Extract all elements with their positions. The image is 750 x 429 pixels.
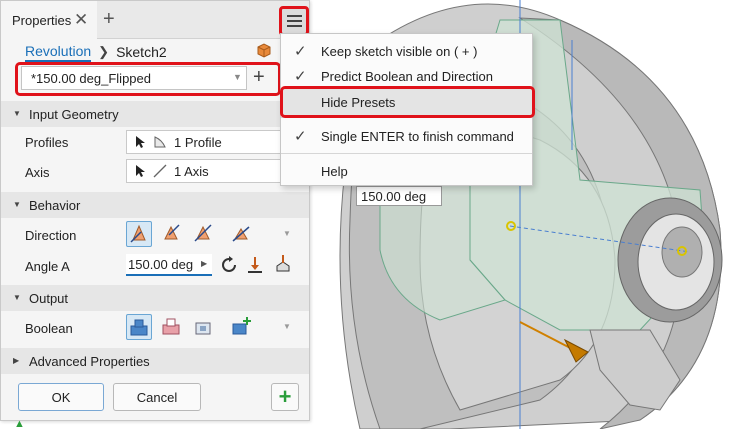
breadcrumb-revolution[interactable]: Revolution <box>25 43 92 62</box>
breadcrumb: Revolution ❯ Sketch2 <box>25 43 167 62</box>
checkmark-icon: ✓ <box>294 128 307 145</box>
expand-triangle-icon: ▶ <box>13 356 20 365</box>
close-icon[interactable]: ✕ <box>74 11 90 29</box>
hamburger-icon <box>286 15 302 17</box>
cursor-icon <box>136 136 145 148</box>
section-title: Behavior <box>29 197 81 213</box>
direction-symmetric-button[interactable] <box>191 221 217 247</box>
chevron-down-icon[interactable]: ▼ <box>233 72 242 82</box>
new-solid-button[interactable] <box>229 314 255 340</box>
hide-presets-highlight <box>280 86 535 118</box>
join-icon <box>130 319 148 336</box>
properties-panel: Properties ✕ + Revolution ❯ Sketch2 *150… <box>0 0 310 421</box>
cursor-icon <box>136 165 145 177</box>
full-revolve-icon[interactable] <box>219 255 239 275</box>
chevron-down-icon[interactable]: ▼ <box>283 322 291 331</box>
collapse-triangle-icon: ▼ <box>13 293 21 302</box>
to-next-icon[interactable] <box>273 254 293 274</box>
axis-value: 1 Axis <box>174 163 209 179</box>
preset-dropdown[interactable]: *150.00 deg_Flipped <box>21 66 247 90</box>
add-tab-button[interactable]: + <box>103 9 115 29</box>
new-solid-icon <box>232 317 251 335</box>
section-advanced-properties[interactable]: ▶ Advanced Properties <box>1 348 309 374</box>
direction-default-button[interactable] <box>126 221 152 247</box>
boolean-intersect-button[interactable] <box>191 314 217 340</box>
cancel-button[interactable]: Cancel <box>113 383 201 411</box>
profile-icon <box>154 136 166 148</box>
chevron-down-icon[interactable]: ▼ <box>283 229 291 238</box>
bore-shaft <box>661 226 703 278</box>
axis-label: Axis <box>25 165 50 180</box>
menu-item-single-enter[interactable]: ✓ Single ENTER to finish command <box>281 123 532 149</box>
boolean-cut-button[interactable] <box>159 314 185 340</box>
menu-item-keep-sketch-visible[interactable]: ✓ Keep sketch visible on ( + ) <box>281 38 532 64</box>
menu-item-label: Keep sketch visible on ( + ) <box>321 43 478 59</box>
collapse-triangle-icon: ▼ <box>13 200 21 209</box>
angle-label: Angle A <box>25 259 70 274</box>
section-title: Advanced Properties <box>29 353 150 369</box>
direction-asymmetric-button[interactable] <box>229 221 255 247</box>
add-apply-button[interactable]: + <box>271 383 299 411</box>
checkmark-icon: ✓ <box>294 43 307 60</box>
preset-value: *150.00 deg_Flipped <box>31 70 151 86</box>
add-preset-button[interactable]: + <box>253 65 265 89</box>
angle-arrow-icon[interactable]: ▶ <box>201 259 207 268</box>
breadcrumb-sketch: Sketch2 <box>116 44 167 60</box>
menu-item-label: Single ENTER to finish command <box>321 128 514 144</box>
section-input-geometry[interactable]: ▼ Input Geometry <box>1 101 309 127</box>
direction-flipped-button[interactable] <box>159 221 185 247</box>
angle-value: 150.00 deg <box>128 256 194 272</box>
profiles-label: Profiles <box>25 135 69 150</box>
section-behavior[interactable]: ▼ Behavior <box>1 192 309 218</box>
intersect-icon <box>195 322 211 335</box>
angle-dimension-label[interactable]: 150.00 deg <box>356 186 442 206</box>
to-icon[interactable] <box>245 255 265 275</box>
ok-button[interactable]: OK <box>18 383 104 411</box>
direction-default-icon <box>130 224 146 243</box>
section-title: Output <box>29 290 69 306</box>
section-output[interactable]: ▼ Output <box>1 285 309 311</box>
direction-symmetric-icon <box>194 224 212 242</box>
tab-properties-label: Properties <box>12 12 72 28</box>
angle-input[interactable]: 150.00 deg <box>126 254 212 276</box>
menu-item-label: Predict Boolean and Direction <box>321 68 493 84</box>
profiles-value: 1 Profile <box>174 134 222 150</box>
checkmark-icon: ✓ <box>294 68 307 85</box>
profiles-selector[interactable]: 1 Profile <box>126 130 282 154</box>
cube-icon[interactable] <box>256 42 272 58</box>
chevron-right-icon: ❯ <box>98 44 110 59</box>
direction-asymmetric-icon <box>232 226 250 242</box>
panel-tab-bar: Properties ✕ + <box>1 1 309 39</box>
direction-label: Direction <box>25 228 77 243</box>
origin-indicator-icon: ▲ <box>14 418 25 429</box>
menu-separator <box>281 153 532 154</box>
axis-icon <box>153 164 167 178</box>
collapse-triangle-icon: ▼ <box>13 109 21 118</box>
axis-selector[interactable]: 1 Axis <box>126 159 282 183</box>
menu-item-label: Help <box>321 163 348 179</box>
menu-item-help[interactable]: Help <box>281 158 532 184</box>
cut-icon <box>162 318 180 335</box>
section-title: Input Geometry <box>29 106 119 122</box>
direction-flipped-icon <box>164 224 180 240</box>
boolean-join-button[interactable] <box>126 314 152 340</box>
boolean-label: Boolean <box>25 321 73 336</box>
hamburger-menu-button[interactable] <box>279 6 309 36</box>
